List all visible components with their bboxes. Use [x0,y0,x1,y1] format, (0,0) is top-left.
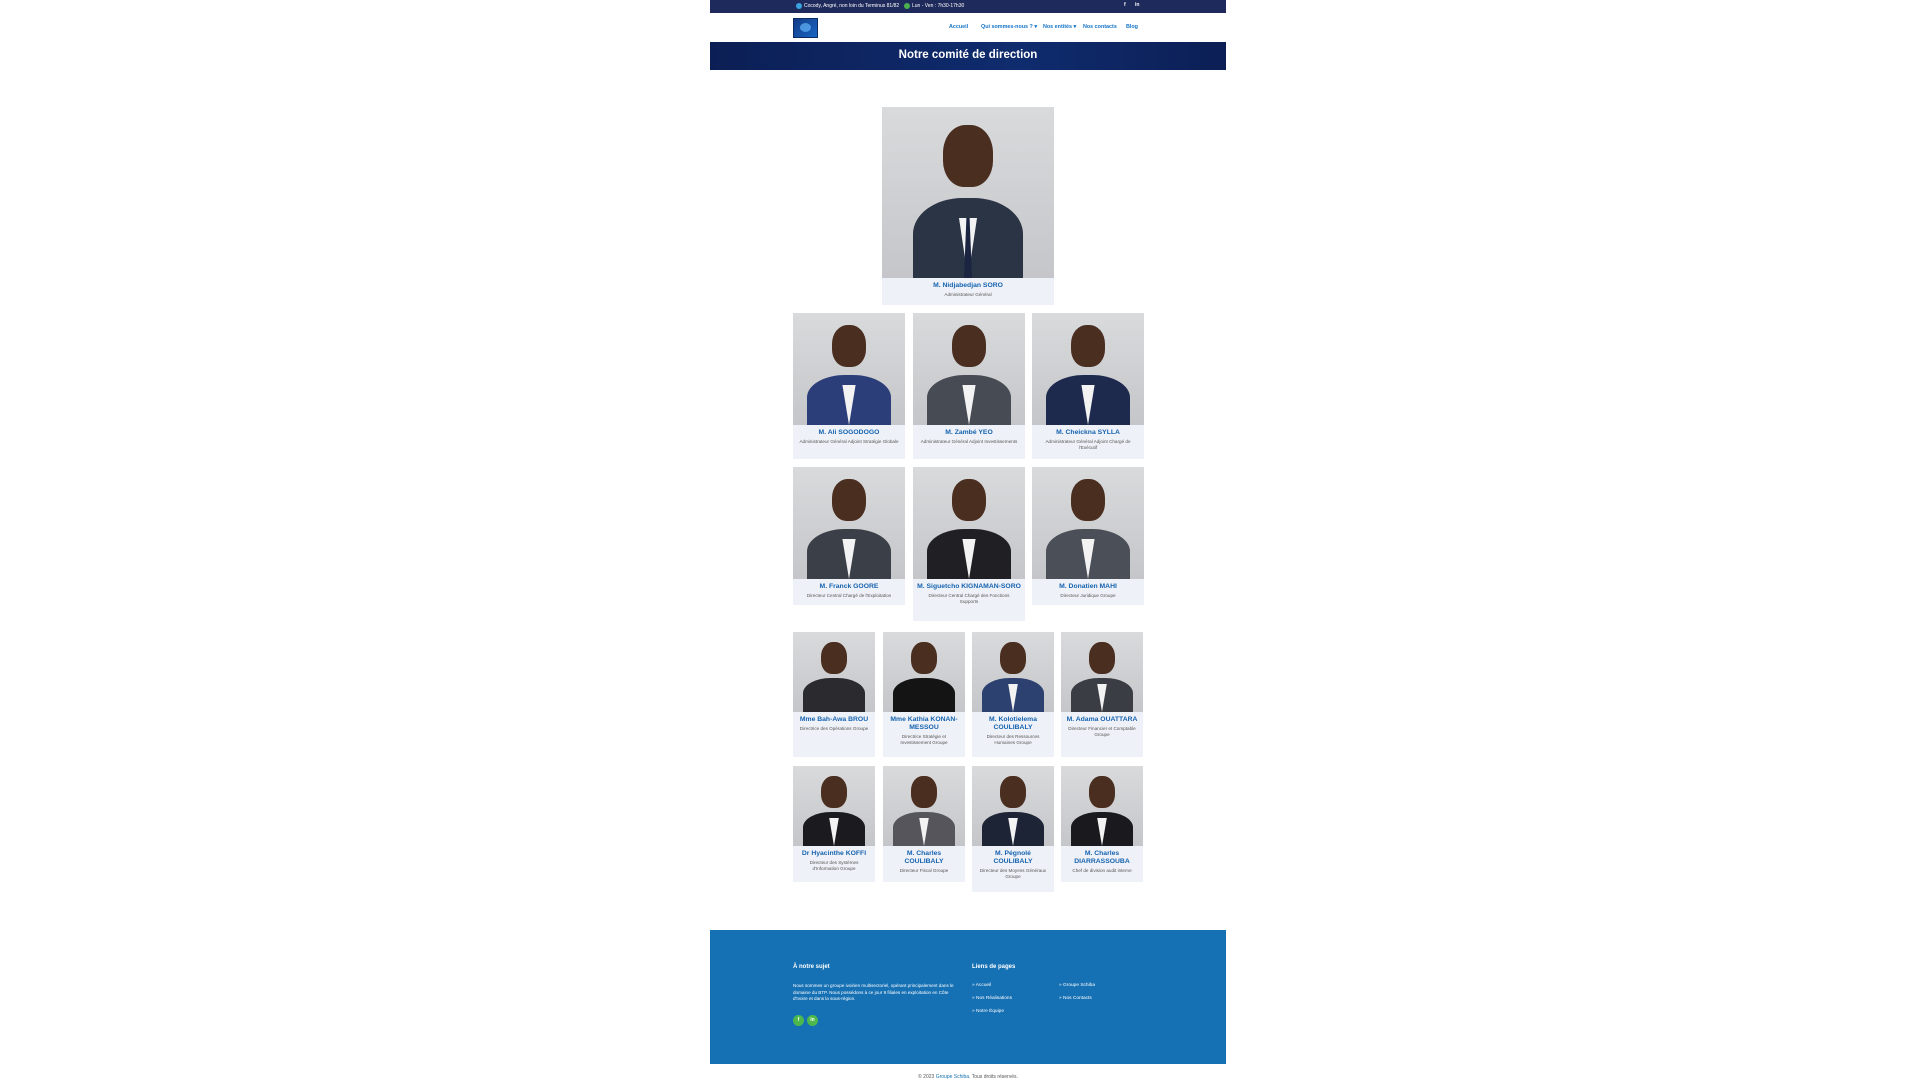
member-role: Directeur Fiscal Groupe [899,868,949,873]
member-role: Directeur des Ressources Humaines Groupe [986,734,1040,746]
member-photo [793,632,875,712]
team-card: M. Adama OUATTARA Directeur Financier et… [1061,632,1143,757]
clock-icon [904,3,910,9]
nav-item-nos-entites[interactable]: Nos entités ▾ [1043,24,1076,30]
member-name: M. Charles DIARRASSOUBA [1074,850,1130,865]
member-role: Directrice Stratégie et Investissement G… [900,734,948,746]
member-photo [1032,313,1144,425]
member-name: M. Pégnolé COULIBALY [993,850,1033,865]
member-role: Administrateur Général Adjoint Chargé de… [1045,439,1131,451]
member-name: M. Cheickna SYLLA [1056,429,1120,436]
member-name: M. Adama OUATTARA [1066,716,1138,723]
team-card: M. Charles DIARRASSOUBA Chef de division… [1061,766,1143,882]
hours-text: Lun - Ven : 7h30-17h30 [912,3,965,9]
member-role: Administrateur Général Adjoint Investiss… [920,439,1018,444]
member-photo [913,313,1025,425]
member-role: Directrice des Opérations Groupe [799,726,869,731]
member-role: Directeur des Systèmes d'Information Gro… [809,860,859,872]
team-card-leader: M. Nidjabedjan SORO Administrateur Génér… [882,107,1054,305]
member-name: Dr Hyacinthe KOFFI [801,850,867,857]
copyright-prefix: © 2023 [918,1074,935,1080]
team-card: M. Siguetcho KIGNAMAN-SORO Directeur Cen… [913,467,1025,621]
team-card: M. Ali SOGODOGO Administrateur Général A… [793,313,905,459]
nav-item-accueil[interactable]: Accueil [949,24,968,30]
team-card: M. Kolotielema COULIBALY Directeur des R… [972,632,1054,757]
member-role: Administrateur Général [944,292,992,297]
member-photo [883,766,965,846]
member-name: Mme Bah-Awa BROU [799,716,869,723]
footer-link-accueil[interactable]: » Accueil [972,983,991,988]
team-card: M. Zambé YEO Administrateur Général Adjo… [913,313,1025,459]
member-photo [1061,766,1143,846]
member-name: Mme Kathia KONAN-MESSOU [890,716,958,731]
member-photo [793,766,875,846]
footer-link-realisations[interactable]: » Nos Réalisations [972,996,1012,1001]
copyright-brand-link[interactable]: Groupe Schiba [936,1074,969,1080]
team-card: M. Cheickna SYLLA Administrateur Général… [1032,313,1144,459]
member-role: Directeur Juridique Groupe [1060,593,1116,598]
member-name: M. Zambé YEO [945,429,993,436]
copyright-suffix: . Tous droits réservés. [969,1074,1018,1080]
footer-links-title: Liens de pages [972,964,1016,970]
facebook-icon[interactable]: f [1124,2,1126,8]
member-photo [882,107,1054,278]
hours-info: Lun - Ven : 7h30-17h30 [904,3,964,9]
member-photo [972,766,1054,846]
site-logo[interactable] [793,18,818,38]
nav-item-qui-sommes-nous[interactable]: Qui sommes-nous ? ▾ [981,24,1037,30]
member-name: M. Franck GOORE [819,583,879,590]
member-role: Directeur Financier et Comptable Groupe [1068,726,1136,738]
address-info: Cocody, Angré, non loin du Terminus 81/8… [796,3,899,9]
member-photo [913,467,1025,579]
member-name: M. Ali SOGODOGO [818,429,880,436]
member-name: M. Donatien MAHI [1059,583,1117,590]
member-name: M. Charles COULIBALY [904,850,944,865]
team-card: Mme Kathia KONAN-MESSOU Directrice Strat… [883,632,965,757]
top-info-bar: Cocody, Angré, non loin du Terminus 81/8… [710,0,1226,13]
team-card: M. Charles COULIBALY Directeur Fiscal Gr… [883,766,965,882]
team-card: Dr Hyacinthe KOFFI Directeur des Système… [793,766,875,882]
member-name: M. Siguetcho KIGNAMAN-SORO [917,583,1021,590]
nav-item-nos-contacts[interactable]: Nos contacts [1083,24,1117,30]
main-navigation: Accueil Qui sommes-nous ? ▾ Nos entités … [710,13,1226,42]
address-text: Cocody, Angré, non loin du Terminus 81/8… [804,3,900,9]
page-title: Notre comité de direction [898,49,1038,61]
member-photo [1032,467,1144,579]
site-footer: À notre sujet Nous sommes un groupe ivoi… [710,930,1226,1064]
team-card: M. Donatien MAHI Directeur Juridique Gro… [1032,467,1144,605]
member-name: M. Nidjabedjan SORO [933,282,1003,289]
member-name: M. Kolotielema COULIBALY [989,716,1037,731]
member-photo [883,632,965,712]
member-photo [972,632,1054,712]
team-card: Mme Bah-Awa BROU Directrice des Opératio… [793,632,875,757]
member-role: Directeur Central Chargé de l'Exploitati… [806,593,892,598]
page-banner: Notre comité de direction [710,42,1226,70]
copyright: © 2023 Groupe Schiba. Tous droits réserv… [710,1074,1226,1080]
footer-facebook-icon[interactable]: f [793,1015,804,1026]
member-role: Directeur des Moyens Généraux Groupe [979,868,1047,880]
footer-link-equipe[interactable]: » Notre Équipe [972,1009,1004,1014]
member-role: Directeur Central Chargé des Fonctions S… [928,593,1010,605]
member-photo [793,313,905,425]
nav-item-blog[interactable]: Blog [1126,24,1138,30]
member-photo [793,467,905,579]
footer-linkedin-icon[interactable]: in [807,1015,818,1026]
member-role: Administrateur Général Adjoint Stratégie… [799,439,899,444]
footer-link-groupe-schiba[interactable]: » Groupe Schiba [1059,983,1095,988]
team-card: M. Franck GOORE Directeur Central Chargé… [793,467,905,605]
footer-about-title: À notre sujet [793,964,830,970]
footer-link-contacts[interactable]: » Nos Contacts [1059,996,1092,1001]
team-card: M. Pégnolé COULIBALY Directeur des Moyen… [972,766,1054,892]
member-role: Chef de division audit interne [1072,868,1132,873]
footer-about-text: Nous sommes un groupe ivoirien multisect… [793,983,954,1002]
linkedin-icon[interactable]: in [1135,2,1139,8]
location-icon [796,3,802,9]
page: Cocody, Angré, non loin du Terminus 81/8… [710,0,1226,1080]
member-photo [1061,632,1143,712]
